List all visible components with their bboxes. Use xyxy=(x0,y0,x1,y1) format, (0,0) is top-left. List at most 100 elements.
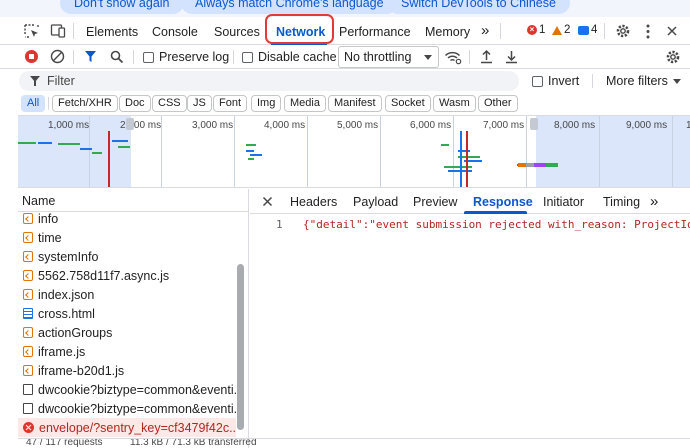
request-row[interactable]: time xyxy=(18,228,236,247)
device-toolbar-icon[interactable] xyxy=(50,23,66,39)
divider xyxy=(500,23,501,39)
request-row[interactable]: info xyxy=(18,209,236,228)
tab-sources[interactable]: Sources xyxy=(214,17,260,45)
more-options-icon[interactable] xyxy=(645,24,651,39)
network-settings-gear-icon[interactable] xyxy=(665,49,681,65)
more-filters-label: More filters xyxy=(606,74,668,88)
request-bar xyxy=(92,152,102,154)
warning-count-badge[interactable]: 2 xyxy=(552,24,570,36)
type-filter-socket[interactable]: Socket xyxy=(385,95,431,112)
preserve-log-checkbox[interactable]: Preserve log xyxy=(143,45,229,69)
grid-line xyxy=(380,116,381,187)
language-banner: Don't show again Always match Chrome's l… xyxy=(0,0,690,17)
request-row-selected-error[interactable]: envelope/?sentry_key=cf3479f42c... xyxy=(18,418,236,437)
request-row[interactable]: dwcookie?biztype=common&eventi... xyxy=(18,399,236,418)
request-bar xyxy=(18,142,36,144)
error-count-badge[interactable]: × 1 xyxy=(527,24,545,36)
import-har-upload-icon[interactable] xyxy=(480,49,493,64)
request-row[interactable]: actionGroups xyxy=(18,323,236,342)
request-name: dwcookie?biztype=common&eventi... xyxy=(38,382,236,397)
type-filter-js[interactable]: JS xyxy=(187,95,212,112)
tab-preview[interactable]: Preview xyxy=(413,189,457,214)
checkbox-box[interactable] xyxy=(532,75,543,87)
stop-recording-icon[interactable] xyxy=(24,49,39,64)
overview-left-handle[interactable] xyxy=(126,118,134,130)
throttling-select[interactable]: No throttling xyxy=(338,46,439,68)
request-bar xyxy=(444,166,472,168)
request-name: iframe-b20d1.js xyxy=(38,363,125,378)
type-filter-manifest[interactable]: Manifest xyxy=(328,95,382,112)
tab-memory[interactable]: Memory xyxy=(425,17,470,45)
request-row[interactable]: iframe-b20d1.js xyxy=(18,361,236,380)
request-row[interactable]: dwcookie?biztype=common&eventi... xyxy=(18,380,236,399)
search-icon[interactable] xyxy=(110,50,124,64)
always-match-language-button[interactable]: Always match Chrome's language xyxy=(181,0,398,14)
preserve-log-label: Preserve log xyxy=(159,50,230,64)
type-filter-css[interactable]: CSS xyxy=(152,95,187,112)
request-bar xyxy=(441,144,449,146)
request-detail-pane: Headers Payload Preview Response Initiat… xyxy=(250,189,690,448)
type-filter-img[interactable]: Img xyxy=(251,95,282,112)
filter-icon xyxy=(30,76,40,86)
network-overview-timeline[interactable]: 1,000 ms 2,000 ms 3,000 ms 4,000 ms 5,00… xyxy=(18,115,690,188)
type-filter-wasm[interactable]: Wasm xyxy=(433,95,476,112)
overview-tick: 9,000 ms xyxy=(626,120,668,131)
more-filters-button[interactable]: More filters xyxy=(606,69,681,93)
dont-show-again-button[interactable]: Don't show again xyxy=(60,0,184,14)
request-bar xyxy=(518,163,558,167)
active-detail-tab-indicator xyxy=(464,211,527,214)
inspect-element-icon[interactable] xyxy=(24,24,40,39)
settings-gear-icon[interactable] xyxy=(615,23,631,39)
request-row[interactable]: systemInfo xyxy=(18,247,236,266)
more-detail-tabs-chevron-icon[interactable]: » xyxy=(650,189,658,214)
close-detail-icon[interactable] xyxy=(262,196,273,207)
type-filter-doc[interactable]: Doc xyxy=(119,95,151,112)
type-filter-fetch-xhr[interactable]: Fetch/XHR xyxy=(52,95,118,112)
export-har-download-icon[interactable] xyxy=(505,49,518,64)
request-row[interactable]: 5562.758d11f7.async.js xyxy=(18,266,236,285)
script-file-icon xyxy=(23,213,33,224)
divider xyxy=(604,23,605,39)
network-conditions-wifi-icon[interactable] xyxy=(444,49,462,65)
type-filter-media[interactable]: Media xyxy=(284,95,326,112)
request-count: 47 / 117 requests xyxy=(26,438,103,448)
overview-tick: 1,000 ms xyxy=(48,120,90,131)
request-bar xyxy=(38,142,52,144)
grid-line xyxy=(526,116,527,187)
tab-headers[interactable]: Headers xyxy=(290,189,337,214)
tab-timing[interactable]: Timing xyxy=(603,189,640,214)
message-icon xyxy=(578,25,589,35)
tab-elements[interactable]: Elements xyxy=(86,17,138,45)
tab-console[interactable]: Console xyxy=(152,17,198,45)
request-row[interactable]: iframe.js xyxy=(18,342,236,361)
type-filter-font[interactable]: Font xyxy=(213,95,248,112)
request-list-scrollbar[interactable] xyxy=(237,264,244,430)
clear-icon[interactable] xyxy=(50,49,65,64)
dom-content-loaded-line xyxy=(460,131,462,187)
info-count-badge[interactable]: 4 xyxy=(578,24,597,36)
request-row[interactable]: cross.html xyxy=(18,304,236,323)
switch-to-chinese-button[interactable]: Switch DevTools to Chinese xyxy=(387,0,570,14)
more-tabs-chevron-icon[interactable]: » xyxy=(481,17,489,45)
tab-payload[interactable]: Payload xyxy=(353,189,398,214)
filter-funnel-icon[interactable] xyxy=(84,50,97,63)
grid-line xyxy=(599,116,600,187)
request-bar xyxy=(58,143,80,145)
checkbox-box[interactable] xyxy=(143,51,154,63)
request-name: cross.html xyxy=(38,306,95,321)
checkbox-box[interactable] xyxy=(242,51,253,63)
overview-right-handle[interactable] xyxy=(530,118,538,130)
tab-initiator[interactable]: Initiator xyxy=(543,189,584,214)
close-devtools-icon[interactable] xyxy=(666,25,678,37)
type-filter-other[interactable]: Other xyxy=(478,95,518,112)
tab-performance[interactable]: Performance xyxy=(339,17,411,45)
request-name: 5562.758d11f7.async.js xyxy=(38,268,170,283)
disable-cache-checkbox[interactable]: Disable cache xyxy=(242,45,337,69)
document-file-icon xyxy=(23,308,33,319)
request-row[interactable]: index.json xyxy=(18,285,236,304)
warning-icon xyxy=(552,25,562,35)
overview-tick: 8,000 ms xyxy=(554,120,596,131)
type-filter-all[interactable]: All xyxy=(21,95,46,112)
invert-checkbox[interactable]: Invert xyxy=(532,69,579,93)
filter-input[interactable]: Filter xyxy=(19,71,519,91)
